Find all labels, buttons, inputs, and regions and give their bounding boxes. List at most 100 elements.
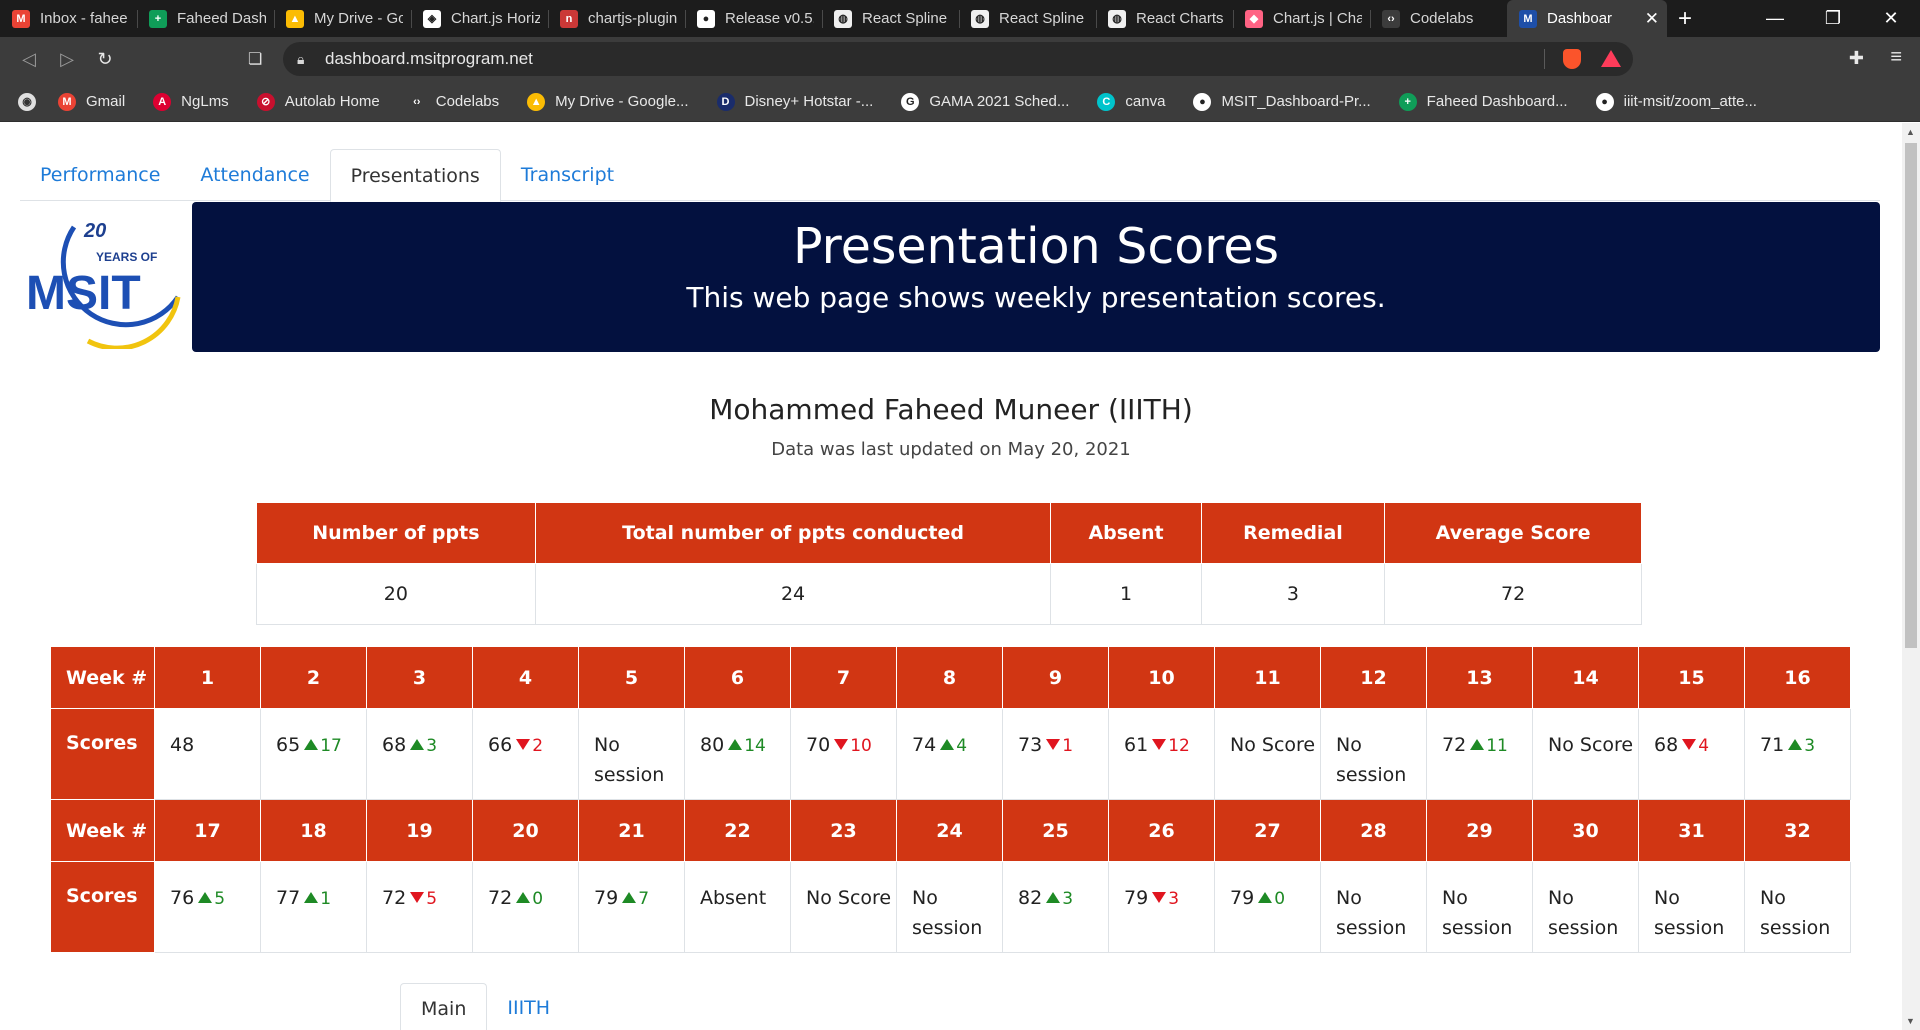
browser-tab[interactable]: n chartjs-plugin xyxy=(548,0,685,37)
score-delta: 12 xyxy=(1168,736,1190,756)
browser-tab[interactable]: ● Release v0.5.7 xyxy=(685,0,822,37)
browser-toolbar: ◁ ▷ ↻ ❏ 🔒︎ dashboard.msitprogram.net ✚ ≡ xyxy=(0,37,1920,82)
close-tab-icon[interactable]: ✕ xyxy=(1645,9,1659,29)
npm-icon: n xyxy=(560,9,578,28)
score-delta: 17 xyxy=(320,736,342,756)
sheets-icon: + xyxy=(1398,92,1417,111)
arrow-up-icon xyxy=(304,739,319,750)
score-delta: 3 xyxy=(426,736,438,756)
page-scrollbar[interactable]: ▲ ▼ xyxy=(1902,123,1920,1030)
score-delta: 1 xyxy=(1062,736,1074,756)
brave-shields-icon[interactable] xyxy=(1563,49,1581,69)
browser-tab[interactable]: ▲ My Drive - Go xyxy=(274,0,411,37)
score-cell: 79 0 xyxy=(1214,861,1321,953)
score-value: 79 xyxy=(594,887,619,909)
menu-icon[interactable]: ≡ xyxy=(1890,46,1902,69)
summary-header: Number of ppts xyxy=(256,502,536,564)
score-value: 72 xyxy=(488,887,513,909)
forward-icon[interactable]: ▷ xyxy=(48,41,86,79)
scroll-down-icon[interactable]: ▼ xyxy=(1906,1016,1915,1026)
score-delta: 4 xyxy=(1698,736,1710,756)
score-delta: 3 xyxy=(1804,736,1816,756)
score-value: 65 xyxy=(276,734,301,756)
bookmark-icon[interactable]: ❏ xyxy=(248,49,262,69)
score-cell: 70 10 xyxy=(790,708,897,800)
score-value: No session xyxy=(1760,887,1831,939)
canvasjs-icon: ◍ xyxy=(971,9,989,28)
bookmark-item[interactable]: ▲ My Drive - Google... xyxy=(527,92,689,111)
github-icon: ● xyxy=(697,9,715,28)
score-value: 79 xyxy=(1230,887,1255,909)
bookmark-item[interactable]: ⊘ Autolab Home xyxy=(256,92,380,111)
score-cell: No session xyxy=(1320,708,1427,800)
scrollbar-thumb[interactable] xyxy=(1905,143,1917,648)
score-value: 80 xyxy=(700,734,725,756)
summary-value: 72 xyxy=(1384,563,1642,625)
score-cell: 71 3 xyxy=(1744,708,1851,800)
bookmark-item[interactable]: Ccanva xyxy=(1097,92,1165,111)
bookmark-item[interactable]: G GAMA 2021 Sched... xyxy=(901,92,1069,111)
bookmark-item[interactable]: D Disney+ Hotstar -... xyxy=(716,92,873,111)
bookmark-item[interactable]: A NgLms xyxy=(153,92,229,111)
github-icon: ● xyxy=(1595,92,1614,111)
arrow-up-icon xyxy=(622,892,637,903)
arrow-up-icon xyxy=(728,739,743,750)
apps-icon[interactable]: ◉ xyxy=(18,92,46,111)
browser-tab[interactable]: ◍ React Spline C xyxy=(822,0,959,37)
bookmark-item[interactable]: M Gmail xyxy=(58,92,125,111)
tab-performance[interactable]: Performance xyxy=(20,149,180,201)
week-number: 7 xyxy=(790,646,897,709)
browser-tab[interactable]: ◍ React Spline C xyxy=(959,0,1096,37)
browser-tab[interactable]: M Dashboar ✕ xyxy=(1507,0,1667,37)
last-updated-text: Data was last updated on May 20, 2021 xyxy=(771,439,1131,460)
subtab-main[interactable]: Main xyxy=(400,983,488,1030)
arrow-up-icon xyxy=(1470,739,1485,750)
browser-tab-title: React Spline C xyxy=(999,10,1088,27)
browser-tab-title: Codelabs xyxy=(1410,10,1474,27)
browser-tab[interactable]: + Faheed Dashb xyxy=(137,0,274,37)
tab-attendance[interactable]: Attendance xyxy=(180,149,329,201)
scroll-up-icon[interactable]: ▲ xyxy=(1906,127,1915,137)
arrow-down-icon xyxy=(410,892,425,903)
brave-rewards-icon[interactable] xyxy=(1601,50,1621,67)
new-tab-icon[interactable]: + xyxy=(1667,0,1703,37)
tab-transcript[interactable]: Transcript xyxy=(501,149,634,201)
browser-tab[interactable]: ◈ Chart.js Horiz xyxy=(411,0,548,37)
logo-caption: YEARS OF xyxy=(96,250,157,264)
week-number: 29 xyxy=(1426,799,1533,862)
address-bar[interactable]: 🔒︎ dashboard.msitprogram.net xyxy=(283,42,1633,76)
extensions-icon[interactable]: ✚ xyxy=(1849,48,1864,69)
subtab-iiith[interactable]: IIITH xyxy=(487,983,570,1030)
back-icon[interactable]: ◁ xyxy=(10,41,48,79)
bookmark-item[interactable]: ‹› Codelabs xyxy=(407,92,500,111)
banner-subtitle: This web page shows weekly presentation … xyxy=(686,281,1386,314)
week-number: 22 xyxy=(684,799,791,862)
browser-tab[interactable]: ◍ React Charts C xyxy=(1096,0,1233,37)
codesandbox-icon: ◈ xyxy=(423,9,441,28)
browser-tab[interactable]: M Inbox - fahee xyxy=(0,0,137,37)
close-window-icon[interactable]: ✕ xyxy=(1862,0,1920,37)
week-number: 13 xyxy=(1426,646,1533,709)
week-number: 26 xyxy=(1108,799,1215,862)
browser-tab-title: My Drive - Go xyxy=(314,10,403,27)
browser-tab[interactable]: ‹› Codelabs xyxy=(1370,0,1507,37)
tab-presentations[interactable]: Presentations xyxy=(329,149,501,202)
reload-icon[interactable]: ↻ xyxy=(86,41,124,79)
bookmark-item[interactable]: ● iiit-msit/zoom_atte... xyxy=(1595,92,1757,111)
minimize-icon[interactable]: — xyxy=(1746,0,1804,37)
main-nav-tabs: Performance Attendance Presentations Transc… xyxy=(20,149,1880,202)
score-value: No session xyxy=(1654,887,1725,939)
scores-row: Scores 76 5 77 1 72 5 72 0 79 7 Absent No Score No se… xyxy=(50,861,1851,953)
drive-icon: ▲ xyxy=(527,92,546,111)
week-number: 8 xyxy=(896,646,1003,709)
score-cell: 72 5 xyxy=(366,861,473,953)
bookmark-item[interactable]: + Faheed Dashboard... xyxy=(1398,92,1568,111)
score-value: 76 xyxy=(170,887,195,909)
restore-icon[interactable]: ❐ xyxy=(1804,0,1862,37)
score-cell: 80 14 xyxy=(684,708,791,800)
bookmark-label: Codelabs xyxy=(435,93,500,110)
bookmark-item[interactable]: ● MSIT_Dashboard-Pr... xyxy=(1193,92,1371,111)
browser-tab[interactable]: ◆ Chart.js | Char xyxy=(1233,0,1370,37)
arrow-up-icon xyxy=(1258,892,1273,903)
gmail-icon: M xyxy=(58,92,76,111)
